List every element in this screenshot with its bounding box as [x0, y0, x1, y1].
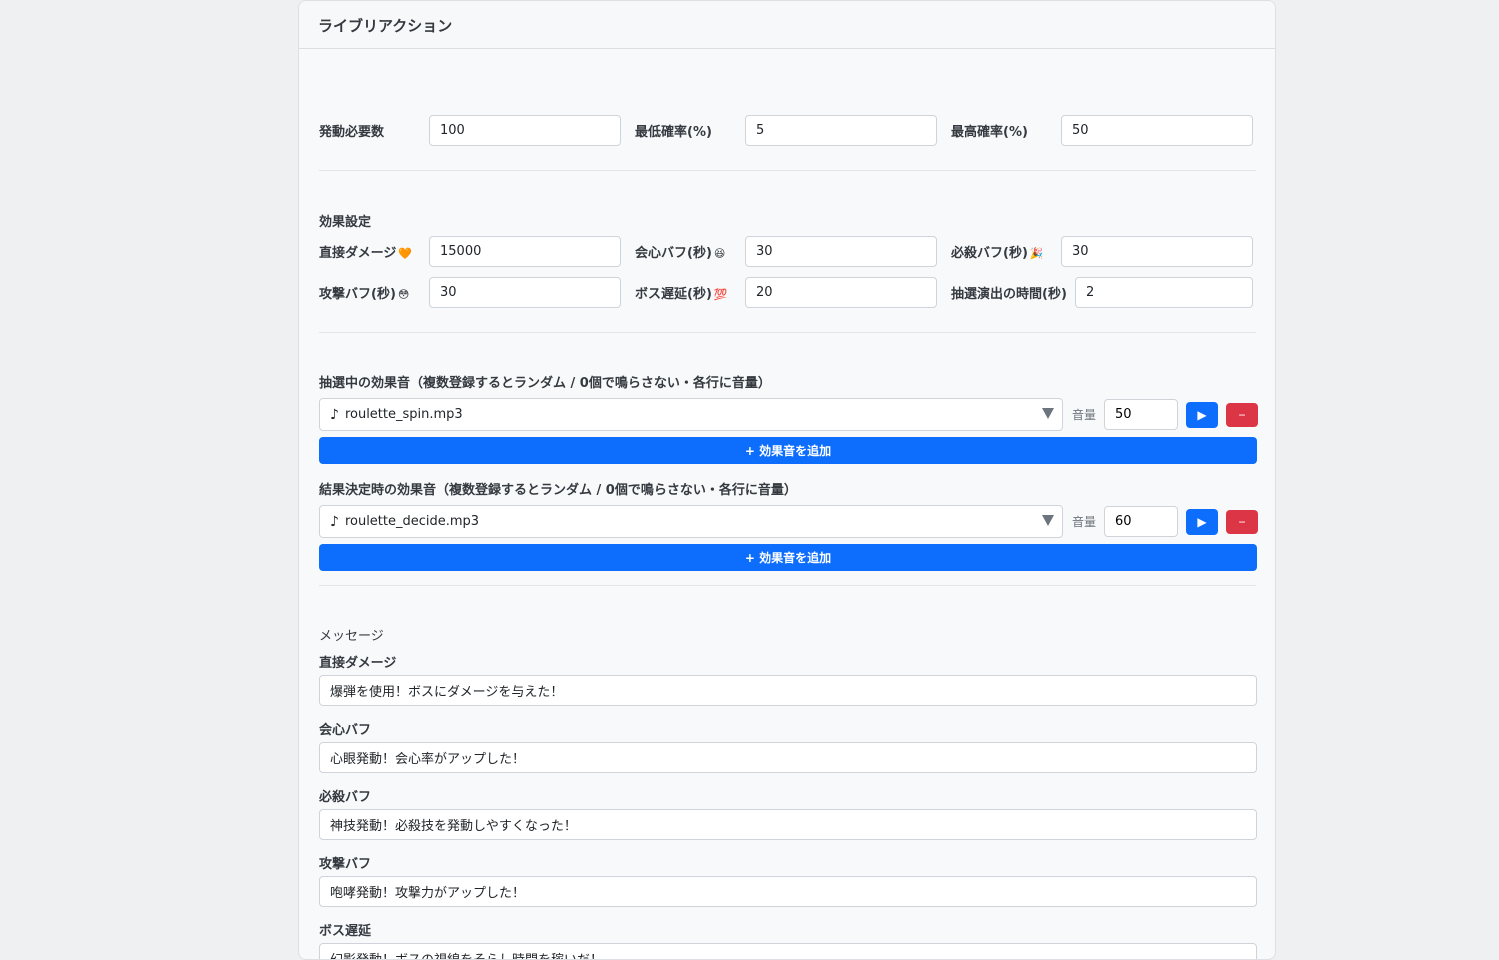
- max-prob-input[interactable]: [1061, 115, 1253, 146]
- caret-down-icon: [1042, 408, 1054, 419]
- volume-label: 音量: [1072, 515, 1097, 529]
- spin-sound-select[interactable]: ♪ roulette_spin.mp3: [319, 398, 1063, 431]
- decide-remove-button[interactable]: −: [1226, 509, 1258, 534]
- decide-sound-title: 結果決定時の効果音（複数登録するとランダム / 0個で鳴らさない・各行に音量）: [319, 483, 797, 498]
- direct-damage-cell: 直接ダメージ 🧡: [319, 236, 635, 267]
- spin-sound-row: ♪ roulette_spin.mp3 音量 ▶ −: [319, 398, 1258, 431]
- decide-sound-file: roulette_decide.mp3: [344, 514, 480, 529]
- spin-play-button[interactable]: ▶: [1186, 401, 1218, 428]
- min-prob-label: 最低確率(%): [635, 125, 712, 140]
- msg-special-buff-label: 必殺バフ: [319, 790, 372, 805]
- msg-crit-buff-label: 会心バフ: [319, 723, 372, 738]
- laughing-face-icon: 😆: [713, 247, 726, 260]
- caret-down-icon: [1042, 515, 1054, 526]
- boss-delay-input[interactable]: [745, 277, 937, 308]
- trigger-row: 発動必要数 最低確率(%) 最高確率(%): [319, 115, 1267, 146]
- card-title: ライブリアクション: [299, 1, 1275, 49]
- required-count-input[interactable]: [429, 115, 621, 146]
- required-count-cell: 発動必要数: [319, 115, 635, 146]
- flushed-face-icon: 😳: [397, 288, 410, 301]
- msg-direct-damage-input[interactable]: [319, 675, 1257, 706]
- crit-buff-input[interactable]: [745, 236, 937, 267]
- msg-attack-buff-input[interactable]: [319, 876, 1257, 907]
- volume-label: 音量: [1072, 408, 1097, 422]
- minus-icon: −: [1238, 407, 1246, 422]
- live-reaction-card: ライブリアクション 発動必要数 最低確率(%) 最高確率(%) 効果設定 直接ダ…: [298, 0, 1276, 960]
- max-prob-cell: 最高確率(%): [951, 115, 1267, 146]
- spin-remove-button[interactable]: −: [1226, 402, 1258, 427]
- special-buff-cell: 必殺バフ(秒) 🎉: [951, 236, 1267, 267]
- hundred-points-icon: 💯: [713, 288, 728, 301]
- max-prob-label: 最高確率(%): [951, 125, 1028, 140]
- spin-volume-input[interactable]: [1104, 399, 1178, 430]
- msg-attack-buff-label: 攻撃バフ: [319, 857, 372, 872]
- music-note-icon: ♪: [330, 513, 339, 530]
- effects-row-2: 攻撃バフ(秒)😳 ボス遅延(秒)💯 抽選演出の時間(秒): [319, 277, 1267, 308]
- direct-damage-label: 直接ダメージ 🧡: [319, 246, 413, 261]
- attack-buff-input[interactable]: [429, 277, 621, 308]
- msg-special-buff-input[interactable]: [319, 809, 1257, 840]
- required-count-label: 発動必要数: [319, 125, 385, 140]
- min-prob-input[interactable]: [745, 115, 937, 146]
- decide-play-button[interactable]: ▶: [1186, 508, 1218, 535]
- decide-add-sound-button[interactable]: + 効果音を追加: [319, 544, 1257, 571]
- minus-icon: −: [1238, 514, 1246, 529]
- attack-buff-cell: 攻撃バフ(秒) 😳: [319, 277, 635, 308]
- boss-delay-label: ボス遅延(秒) 💯: [635, 287, 728, 302]
- attack-buff-label: 攻撃バフ(秒) 😳: [319, 287, 410, 302]
- heart-icon: 🧡: [398, 247, 413, 260]
- draw-time-cell: 抽選演出の時間(秒): [951, 277, 1267, 308]
- party-popper-icon: 🎉: [1029, 247, 1044, 260]
- msg-boss-delay-input[interactable]: [319, 943, 1257, 959]
- special-buff-label: 必殺バフ(秒) 🎉: [951, 246, 1044, 261]
- play-icon: ▶: [1197, 514, 1207, 529]
- draw-time-input[interactable]: [1075, 277, 1253, 308]
- decide-sound-select[interactable]: ♪ roulette_decide.mp3: [319, 505, 1063, 538]
- effects-title: 効果設定: [319, 215, 372, 230]
- effects-row-1: 直接ダメージ🧡 会心バフ(秒)😆 必殺バフ(秒)🎉: [319, 236, 1267, 267]
- direct-damage-input[interactable]: [429, 236, 621, 267]
- divider: [319, 585, 1256, 586]
- divider: [319, 332, 1256, 333]
- spin-add-sound-button[interactable]: + 効果音を追加: [319, 437, 1257, 464]
- msg-crit-buff-input[interactable]: [319, 742, 1257, 773]
- play-icon: ▶: [1197, 407, 1207, 422]
- messages-title: メッセージ: [319, 629, 384, 644]
- msg-direct-damage-label: 直接ダメージ: [319, 656, 397, 671]
- crit-buff-cell: 会心バフ(秒) 😆: [635, 236, 951, 267]
- music-note-icon: ♪: [330, 406, 339, 423]
- min-prob-cell: 最低確率(%): [635, 115, 951, 146]
- boss-delay-cell: ボス遅延(秒) 💯: [635, 277, 951, 308]
- draw-time-label: 抽選演出の時間(秒): [951, 287, 1067, 302]
- decide-sound-row: ♪ roulette_decide.mp3 音量 ▶ −: [319, 505, 1258, 538]
- divider: [319, 170, 1256, 171]
- spin-sound-file: roulette_spin.mp3: [344, 407, 463, 422]
- spin-sound-title: 抽選中の効果音（複数登録するとランダム / 0個で鳴らさない・各行に音量）: [319, 376, 771, 391]
- special-buff-input[interactable]: [1061, 236, 1253, 267]
- crit-buff-label: 会心バフ(秒) 😆: [635, 246, 726, 261]
- decide-volume-input[interactable]: [1104, 506, 1178, 537]
